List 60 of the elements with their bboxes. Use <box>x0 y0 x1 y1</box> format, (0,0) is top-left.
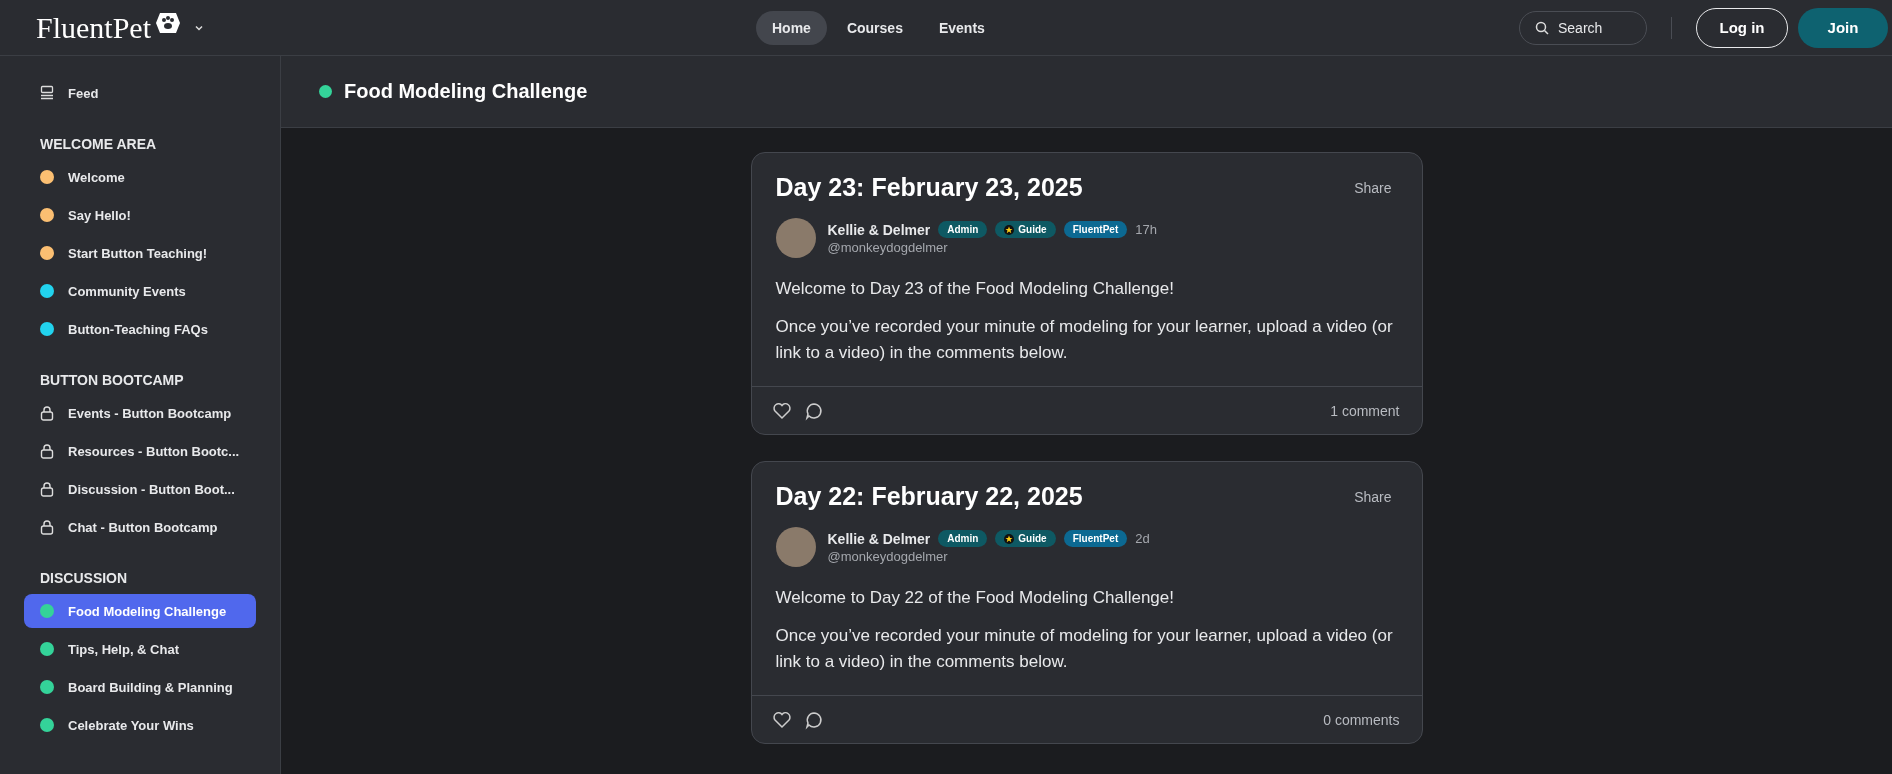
author-name[interactable]: Kellie & Delmer <box>827 530 931 547</box>
sidebar-item[interactable]: Discussion - Button Boot... <box>24 472 256 506</box>
post-text: Welcome to Day 23 of the Food Modeling Challenge! <box>775 278 1175 300</box>
role-badge: Admin <box>938 221 988 238</box>
logo[interactable]: FluentPet <box>36 10 151 45</box>
post-text: Welcome to Day 22 of the Food Modeling Challenge! <box>775 587 1175 609</box>
sidebar-item[interactable]: Say Hello! <box>24 198 256 232</box>
role-badge: FluentPet <box>1063 530 1128 547</box>
role-badge: Guide <box>995 530 1056 547</box>
section-heading: WELCOME AREA <box>40 136 158 152</box>
sidebar-item[interactable]: Tips, Help, & Chat <box>24 632 256 666</box>
star-icon <box>1004 533 1015 544</box>
lock-icon <box>40 405 54 421</box>
avatar[interactable] <box>775 218 816 258</box>
share-button[interactable]: Share <box>1348 487 1398 506</box>
sidebar-item[interactable]: Start Button Teaching! <box>24 236 256 270</box>
star-icon <box>1004 224 1015 235</box>
role-badge: Guide <box>995 221 1056 238</box>
sidebar-item[interactable]: Events - Button Bootcamp <box>24 396 256 430</box>
sidebar-item[interactable]: Resources - Button Bootc... <box>24 434 256 468</box>
search-field[interactable]: Search <box>1519 10 1647 45</box>
author-handle: @monkeydogdelmer <box>827 549 949 564</box>
sidebar-item[interactable]: Celebrate Your Wins <box>24 708 256 742</box>
lock-icon <box>40 519 54 535</box>
nav-tab[interactable]: Home <box>756 10 827 45</box>
avatar[interactable] <box>775 527 816 567</box>
post-time: 2d <box>1135 531 1150 546</box>
sidebar-item[interactable]: Feed <box>24 76 256 110</box>
section-heading: BUTTON BOOTCAMP <box>40 372 185 388</box>
search-icon <box>1535 20 1549 35</box>
join-button[interactable]: Join <box>1798 7 1888 48</box>
author-name[interactable]: Kellie & Delmer <box>827 221 931 238</box>
comment-icon <box>803 709 824 730</box>
comment-icon <box>803 400 824 421</box>
sidebar-item[interactable]: Chat - Button Bootcamp <box>24 510 256 544</box>
feed-icon <box>40 85 54 101</box>
lock-icon <box>40 443 54 459</box>
lock-icon <box>40 481 54 497</box>
share-button[interactable]: Share <box>1348 178 1398 197</box>
heart-icon <box>771 400 792 421</box>
comments-link[interactable]: 0 comments <box>1317 710 1406 729</box>
author-handle: @monkeydogdelmer <box>827 240 949 255</box>
post-time: 17h <box>1135 222 1157 237</box>
sidebar-item[interactable]: Community Events <box>24 274 256 308</box>
nav-tab[interactable]: Events <box>922 10 1001 45</box>
heart-icon <box>771 709 792 730</box>
sidebar-item[interactable]: Food Modeling Challenge <box>24 594 256 628</box>
post-title: Day 22: February 22, 2025 <box>775 482 1083 511</box>
post-title: Day 23: February 23, 2025 <box>775 173 1083 202</box>
space-title: Food Modeling Challenge <box>344 80 588 103</box>
post-text: Once you’ve recorded your minute of modeling for your learner, upload a video (or link to a video) in the comments below. <box>775 316 1394 364</box>
comments-link[interactable]: 1 comment <box>1324 401 1406 420</box>
role-badge: Admin <box>938 530 988 547</box>
sidebar-item[interactable]: Welcome <box>24 160 256 194</box>
sidebar-item[interactable]: Board Building & Planning <box>24 670 256 704</box>
sidebar-item[interactable]: Button-Teaching FAQs <box>24 312 256 346</box>
post-text: Once you’ve recorded your minute of modeling for your learner, upload a video (or link to a video) in the comments below. <box>775 625 1394 673</box>
section-heading: DISCUSSION <box>40 570 129 586</box>
role-badge: FluentPet <box>1063 221 1128 238</box>
nav-tab[interactable]: Courses <box>830 10 919 45</box>
